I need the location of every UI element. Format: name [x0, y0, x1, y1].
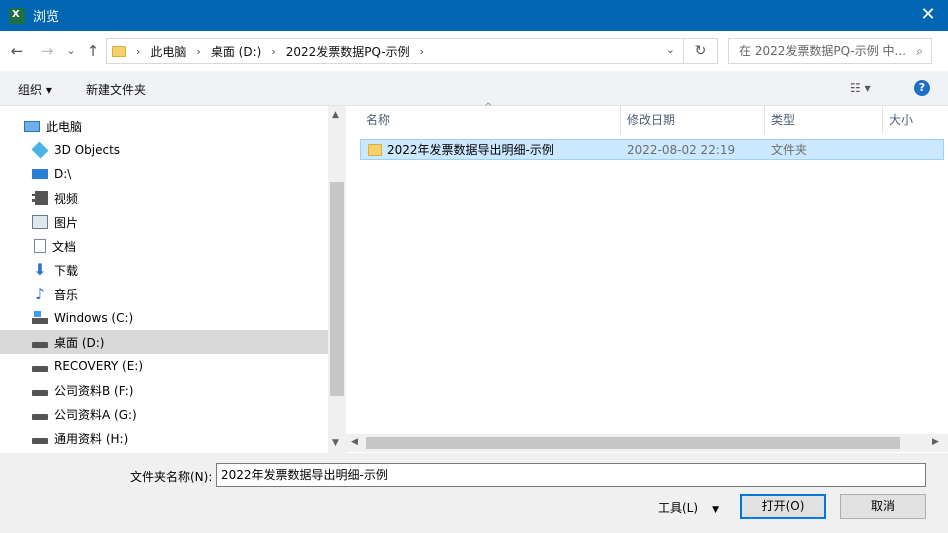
- new-folder-button[interactable]: 新建文件夹: [86, 81, 146, 98]
- sidebar-item-windows-c[interactable]: Windows (C:): [0, 306, 328, 330]
- hdd-icon: [32, 342, 48, 348]
- sidebar-item-desktop-d[interactable]: 桌面 (D:): [0, 330, 328, 354]
- folder-icon: [368, 143, 382, 156]
- scrollbar-thumb[interactable]: [366, 437, 900, 449]
- folder-name-label: 文件夹名称(N):: [130, 470, 213, 484]
- breadcrumb-separator-icon: ›: [271, 44, 276, 58]
- file-type: 文件夹: [771, 143, 808, 157]
- file-modified: 2022-08-02 22:19: [627, 142, 736, 157]
- hdd-icon: [32, 414, 48, 420]
- search-icon: ⌕: [916, 44, 923, 58]
- title-bar: 浏览 ✕: [0, 0, 948, 31]
- scrollbar-thumb[interactable]: [330, 182, 344, 396]
- dialog-footer: 文件夹名称(N): 2022年发票数据导出明细-示例 工具(L) ▼ 打开(O) …: [0, 453, 948, 533]
- window-title: 浏览: [33, 10, 60, 25]
- hdd-icon: [32, 438, 48, 444]
- pc-icon: [24, 120, 40, 132]
- sidebar-item-documents[interactable]: 文档: [0, 234, 328, 258]
- pictures-icon: [32, 215, 48, 229]
- refresh-button[interactable]: ↻: [684, 38, 718, 64]
- sidebar-item-pictures[interactable]: 图片: [0, 210, 328, 234]
- 3d-objects-icon: [31, 141, 49, 159]
- breadcrumb-separator-icon[interactable]: ›: [420, 45, 424, 58]
- breadcrumb-separator-icon: ›: [136, 44, 141, 58]
- nav-pane-scrollbar[interactable]: ▲ ▼: [328, 106, 346, 453]
- tools-label: 工具(L): [658, 501, 699, 515]
- address-bar[interactable]: › 此电脑 › 桌面 (D:) › 2022发票数据PQ-示例 › ⌄: [106, 38, 684, 64]
- documents-icon: [34, 239, 46, 253]
- excel-app-icon: [9, 7, 25, 24]
- tools-menu-button[interactable]: 工具(L) ▼: [658, 499, 719, 516]
- back-arrow-icon[interactable]: ←: [8, 41, 26, 61]
- search-placeholder: 在 2022发票数据PQ-示例 中...: [739, 44, 906, 58]
- sidebar-item-general-h[interactable]: 通用资料 (H:): [0, 426, 328, 450]
- file-row[interactable]: 2022年发票数据导出明细-示例 2022-08-02 22:19 文件夹: [360, 139, 944, 160]
- column-header-size[interactable]: 大小: [883, 106, 948, 134]
- downloads-icon: ⬇: [33, 260, 47, 279]
- hdd-icon: [32, 366, 48, 372]
- breadcrumb-separator-icon: ›: [196, 44, 201, 58]
- breadcrumb-this-pc[interactable]: 此电脑: [150, 43, 186, 60]
- column-header-name[interactable]: 名称: [360, 106, 621, 134]
- scroll-right-arrow-icon[interactable]: ▶: [932, 437, 939, 447]
- sidebar-item-videos[interactable]: 视频: [0, 186, 328, 210]
- breadcrumb-desktop-d[interactable]: 桌面 (D:): [211, 43, 261, 60]
- recent-locations-chevron-icon[interactable]: ⌄: [62, 41, 80, 61]
- drive-icon: [32, 169, 48, 179]
- sidebar-item-3d-objects[interactable]: 3D Objects: [0, 138, 328, 162]
- music-icon: ♪: [35, 285, 45, 303]
- address-dropdown-chevron-icon[interactable]: ⌄: [666, 43, 675, 56]
- help-icon[interactable]: ?: [914, 80, 930, 96]
- view-options-icon[interactable]: ☷ ▾: [850, 81, 871, 95]
- navigation-pane: 此电脑 3D Objects D:\ 视频 图片 文档 ⬇ 下载 ♪ 音乐 Wi…: [0, 106, 346, 453]
- sidebar-item-recovery-e[interactable]: RECOVERY (E:): [0, 354, 328, 378]
- column-header-type[interactable]: 类型: [765, 106, 883, 134]
- hdd-icon: [32, 390, 48, 396]
- sidebar-item-downloads[interactable]: ⬇ 下载: [0, 258, 328, 282]
- scroll-left-arrow-icon[interactable]: ◀: [351, 437, 358, 447]
- close-button[interactable]: ✕: [916, 4, 940, 28]
- command-bar: 组织 ▾ 新建文件夹 ☷ ▾ ?: [0, 71, 948, 106]
- file-list: ^ 名称 修改日期 类型 大小 2022年发票数据导出明细-示例 2022-08…: [346, 102, 948, 453]
- cancel-button[interactable]: 取消: [840, 494, 926, 519]
- sidebar-item-this-pc[interactable]: 此电脑: [0, 114, 328, 138]
- folder-icon: [112, 45, 126, 57]
- organize-button[interactable]: 组织 ▾: [18, 81, 52, 98]
- file-list-horizontal-scrollbar[interactable]: ◀ ▶: [346, 434, 948, 452]
- search-input[interactable]: 在 2022发票数据PQ-示例 中... ⌕: [728, 38, 932, 64]
- up-arrow-icon[interactable]: ↑: [84, 41, 102, 61]
- scroll-down-arrow-icon[interactable]: ▼: [332, 438, 339, 448]
- sidebar-item-music[interactable]: ♪ 音乐: [0, 282, 328, 306]
- sidebar-item-d-drive[interactable]: D:\: [0, 162, 328, 186]
- scroll-up-arrow-icon[interactable]: ▲: [332, 110, 339, 120]
- open-button[interactable]: 打开(O): [740, 494, 826, 519]
- folder-name-input[interactable]: 2022年发票数据导出明细-示例: [216, 463, 926, 487]
- navigation-bar: ← → ⌄ ↑ › 此电脑 › 桌面 (D:) › 2022发票数据PQ-示例 …: [0, 31, 948, 71]
- file-name: 2022年发票数据导出明细-示例: [387, 143, 554, 157]
- video-icon: [32, 191, 48, 205]
- windows-drive-icon: [32, 311, 48, 324]
- sidebar-item-company-b-f[interactable]: 公司资料B (F:): [0, 378, 328, 402]
- sidebar-item-company-a-g[interactable]: 公司资料A (G:): [0, 402, 328, 426]
- forward-arrow-icon[interactable]: →: [38, 41, 56, 61]
- breadcrumb-current-folder[interactable]: 2022发票数据PQ-示例: [286, 43, 410, 60]
- tools-dropdown-icon: ▼: [712, 505, 719, 515]
- column-header-modified[interactable]: 修改日期: [621, 106, 765, 134]
